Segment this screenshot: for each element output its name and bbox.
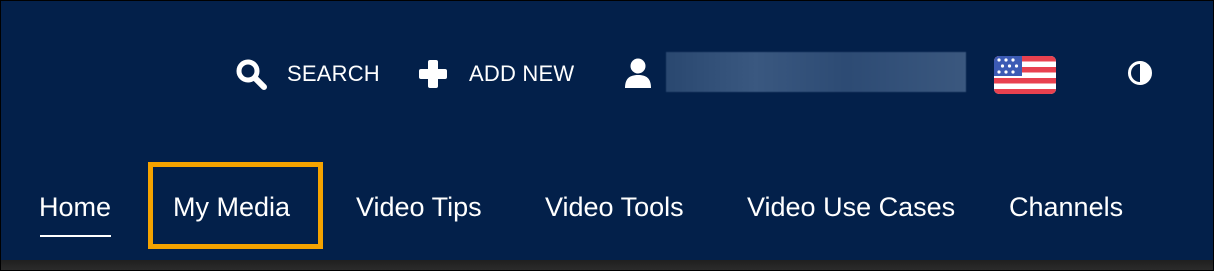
nav-item-home[interactable]: Home — [39, 189, 112, 237]
nav-item-video-use-cases[interactable]: Video Use Cases — [747, 189, 955, 225]
nav-item-video-tips[interactable]: Video Tips — [356, 189, 482, 225]
add-new-label: ADD NEW — [469, 61, 575, 86]
plus-icon — [417, 58, 449, 90]
user-name-blurred[interactable] — [666, 52, 966, 92]
us-flag-icon[interactable] — [994, 56, 1056, 94]
my-media-highlight-box — [148, 162, 323, 249]
nav-item-channels[interactable]: Channels — [1009, 189, 1123, 225]
search-button[interactable]: SEARCH — [235, 57, 380, 91]
contrast-icon[interactable] — [1127, 60, 1153, 91]
nav-item-video-tools[interactable]: Video Tools — [545, 189, 684, 225]
add-new-button[interactable]: ADD NEW — [417, 57, 574, 91]
search-label: SEARCH — [287, 61, 380, 86]
search-icon — [235, 58, 267, 90]
user-icon[interactable] — [624, 57, 652, 94]
site-header: SEARCH ADD NEW Home My Media Video Tips … — [0, 0, 1214, 271]
header-bottom-edge — [1, 260, 1213, 270]
